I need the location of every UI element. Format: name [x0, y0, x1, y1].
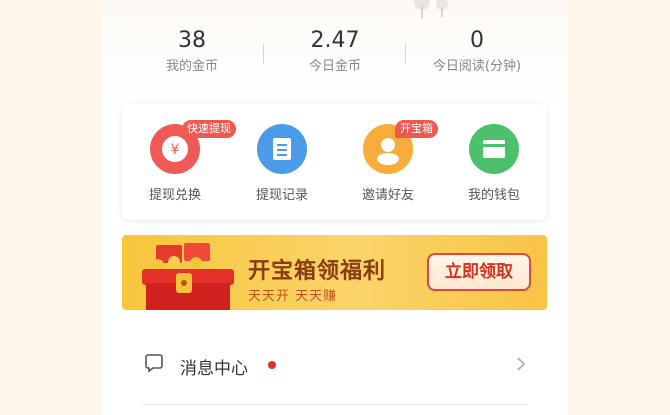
message-icon	[145, 354, 163, 373]
stat-label: 今日阅读(分钟)	[432, 59, 522, 74]
chevron-right-icon	[517, 357, 526, 371]
treasure-box-banner[interactable]: 开宝箱领福利 天天开 天天赚 立即领取	[122, 235, 547, 310]
stat-label: 我的金币	[165, 59, 218, 74]
withdraw-records-button[interactable]: 提现记录	[237, 124, 327, 203]
record-list-icon	[257, 124, 307, 174]
stat-today-reading[interactable]: 0 今日阅读(分钟)	[402, 26, 552, 76]
claim-now-button[interactable]: 立即领取	[427, 253, 531, 291]
stats-bar: 38 我的金币 2.47 今日金币 0 今日阅读(分钟)	[102, 26, 568, 86]
svg-text:¥: ¥	[171, 142, 180, 158]
stat-value: 0	[470, 28, 484, 53]
left-backdrop	[0, 0, 102, 415]
row-divider	[142, 404, 527, 405]
treasure-chest-icon	[142, 243, 234, 310]
quick-actions-panel: ¥ 提现兑换 快速提现 提现记录 邀请好友 开宝箱 我的钱包	[122, 104, 547, 220]
banner-pagination	[332, 300, 359, 310]
banner-subtitle: 天天开 天天赚	[248, 289, 338, 304]
unread-dot	[268, 361, 276, 369]
right-backdrop	[568, 0, 670, 415]
message-center-row[interactable]: 消息中心	[122, 340, 547, 388]
wallet-icon	[469, 124, 519, 174]
stat-divider	[405, 44, 406, 64]
my-wallet-button[interactable]: 我的钱包	[449, 124, 539, 203]
open-treasure-badge: 开宝箱	[395, 120, 438, 138]
fast-withdraw-badge: 快速提现	[182, 120, 236, 138]
tree-decoration-icon	[414, 0, 448, 18]
stat-my-coins[interactable]: 38 我的金币	[117, 26, 267, 76]
quick-action-label: 我的钱包	[467, 188, 520, 203]
quick-action-label: 邀请好友	[361, 188, 414, 203]
stat-today-coins[interactable]: 2.47 今日金币	[260, 26, 410, 76]
stat-divider	[263, 44, 264, 64]
stat-value: 38	[178, 28, 206, 53]
stat-label: 今日金币	[308, 59, 361, 74]
stat-value: 2.47	[310, 28, 360, 53]
banner-title: 开宝箱领福利	[248, 259, 387, 284]
message-center-label: 消息中心	[180, 359, 248, 379]
quick-action-label: 提现记录	[255, 188, 308, 203]
quick-action-label: 提现兑换	[148, 188, 201, 203]
